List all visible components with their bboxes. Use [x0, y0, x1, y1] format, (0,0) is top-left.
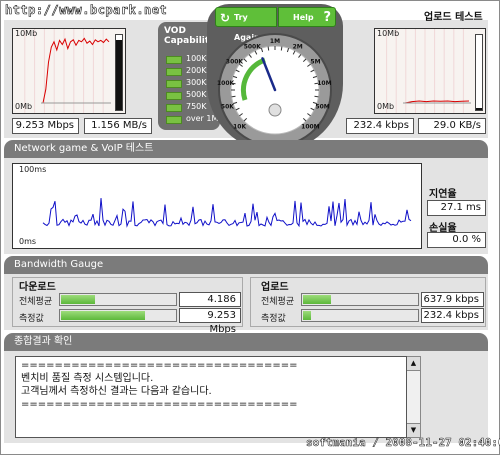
loss-value: 0.0 %: [427, 232, 486, 248]
vod-title: VOD: [164, 26, 186, 36]
download-level-fill: [116, 40, 122, 110]
help-icon: ?: [323, 10, 331, 25]
gauge-tick-label: 50M: [315, 104, 329, 111]
latency-trace: [42, 198, 412, 228]
gauge-tick-label: 10M: [317, 80, 331, 87]
bandwidth-section-header: Bandwidth Gauge: [4, 256, 488, 274]
upload-chart: 10Mb 0Mb: [374, 28, 486, 114]
bandwidth-upload-group: 업로드 전체평균 637.9 kbps 측정값 232.4 kbps: [250, 277, 486, 327]
gauge-tick-label: 10K: [233, 123, 246, 130]
latency-label: 지연율: [429, 189, 457, 200]
upload-cur-bar: [301, 309, 419, 322]
gauge-tick-label: 100M: [301, 123, 320, 130]
download-ymin-label: 0Mb: [15, 102, 33, 111]
network-latency-chart: 100ms 0ms: [12, 163, 422, 249]
help-button[interactable]: Help ?: [278, 7, 336, 27]
latency-trace-svg: [42, 198, 412, 228]
upload-title: 업로드 테스트: [424, 12, 483, 23]
gauge-tick-label: 500K: [244, 43, 262, 50]
vod-led: [166, 80, 182, 88]
gauge-tick-label: 2M: [293, 43, 303, 50]
gauge-tick: [231, 82, 236, 85]
vod-led: [166, 92, 182, 100]
upload-cur-fill: [303, 311, 312, 320]
upload-cur-label: 측정값: [261, 314, 286, 324]
gauge-hub: [268, 103, 282, 117]
gauge-tick: [280, 46, 283, 51]
download-ymax-label: 10Mb: [15, 29, 38, 38]
download-trace-svg: [24, 29, 111, 113]
upload-cur-value: 232.4 kbps: [421, 308, 484, 323]
vod-item-750k: 750K: [166, 102, 207, 112]
bandwidth-upload-title: 업로드: [261, 282, 289, 293]
network-ymax-label: 100ms: [19, 165, 47, 174]
download-mbps-value: 9.253 Mbps: [12, 118, 79, 134]
gauge-tick-label: 5M: [310, 59, 320, 66]
latency-value: 27.1 ms: [427, 200, 486, 216]
gauge-tick-label: 1M: [270, 38, 280, 45]
download-avg-value: 4.186 Mbps: [179, 292, 241, 319]
gauge-tick: [314, 95, 319, 98]
download-cur-value: 9.253 Mbps: [179, 308, 241, 335]
upload-trace-svg: [386, 29, 471, 113]
gauge-tick: [267, 46, 270, 51]
vod-item-100k: 100K: [166, 54, 207, 64]
result-section-header: 종합결과 확인: [4, 333, 488, 351]
watermark-top: http://www.bcpark.net: [5, 3, 168, 18]
download-trace: [42, 37, 110, 104]
download-mbs-value: 1.156 MB/s: [84, 118, 152, 134]
result-textarea[interactable]: ================================= 벤치비 품질…: [15, 356, 407, 438]
network-section-header: Network game & VoIP 테스트: [4, 140, 488, 158]
download-avg-bar: [59, 293, 177, 306]
gauge-tick: [314, 82, 319, 85]
download-level-bar: [115, 34, 123, 111]
download-avg-label: 전체평균: [19, 297, 53, 307]
result-scrollbar[interactable]: ▲ ▼: [407, 356, 421, 438]
upload-level-fill: [476, 107, 482, 110]
upload-level-bar: [475, 34, 483, 111]
upload-kbs-value: 29.0 KB/s: [418, 118, 486, 134]
upload-avg-value: 637.9 kbps: [421, 292, 484, 307]
vod-led: [166, 116, 182, 124]
gauge-tick-label: 100K: [217, 80, 235, 87]
upload-ymax-label: 10Mb: [377, 29, 400, 38]
download-cur-fill: [61, 311, 145, 320]
upload-avg-fill: [303, 295, 332, 304]
gauge-tick: [231, 95, 236, 98]
vod-item-300k: 300K: [166, 78, 207, 88]
network-ymin-label: 0ms: [19, 237, 37, 246]
refresh-icon: ↻: [220, 11, 231, 25]
bandwidth-download-group: 다운로드 전체평균 4.186 Mbps 측정값 9.253 Mbps: [12, 277, 243, 335]
bandwidth-download-title: 다운로드: [19, 282, 56, 293]
upload-ymin-label: 0Mb: [377, 102, 395, 111]
scroll-up-arrow-icon[interactable]: ▲: [407, 357, 420, 371]
vod-item-500k: 500K: [166, 90, 207, 100]
gauge-dial: 10K50K100K300K500K1M2M5M10M50M100M: [217, 33, 332, 147]
vod-led: [166, 104, 182, 112]
vod-item-200k: 200K: [166, 66, 207, 76]
download-cur-bar: [59, 309, 177, 322]
download-avg-fill: [61, 295, 95, 304]
upload-kbps-value: 232.4 kbps: [346, 118, 414, 134]
gauge-tick-label: 50K: [221, 104, 234, 111]
upload-avg-bar: [301, 293, 419, 306]
watermark-bottom: softmania / 2008-11-27 02:40:00: [306, 436, 500, 450]
download-chart: 10Mb 0Mb: [12, 28, 126, 114]
speed-gauge: ↻ Try Again Help ? 10K 50K 100K 300K 500K 1M 2…: [207, 4, 343, 152]
upload-avg-label: 전체평균: [261, 297, 295, 307]
try-again-button[interactable]: ↻ Try Again: [215, 7, 277, 42]
vod-led: [166, 68, 182, 76]
scroll-down-arrow-icon[interactable]: ▼: [407, 423, 420, 437]
vod-led: [166, 56, 182, 64]
download-cur-label: 측정값: [19, 314, 44, 324]
